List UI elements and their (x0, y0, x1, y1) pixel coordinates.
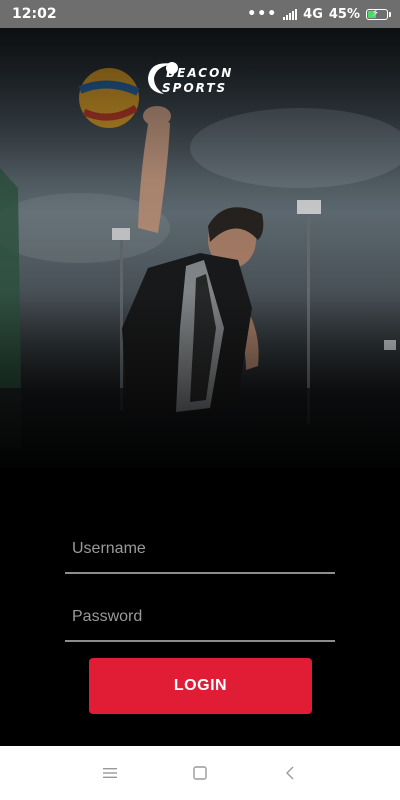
back-button[interactable] (275, 758, 305, 788)
status-indicators: ••• 4G 45% ⚡ (247, 6, 391, 22)
notification-dots-icon: ••• (247, 6, 278, 22)
charging-bolt-icon: ⚡ (372, 7, 380, 19)
login-button[interactable]: LOGIN (89, 658, 312, 714)
system-nav-bar (0, 746, 400, 800)
status-time: 12:02 (12, 6, 57, 22)
login-form (65, 528, 335, 664)
back-chevron-icon (286, 766, 294, 780)
battery-icon: ⚡ (366, 7, 391, 20)
home-button[interactable] (185, 758, 215, 788)
logo-text-sports: SPORTS (162, 81, 228, 95)
password-input[interactable] (65, 596, 335, 638)
network-type: 4G (303, 6, 323, 22)
status-bar: 12:02 ••• 4G 45% ⚡ (0, 0, 400, 28)
password-field (65, 596, 335, 642)
square-icon (193, 766, 207, 780)
username-field (65, 528, 335, 574)
signal-strength-icon (283, 8, 298, 20)
menu-button[interactable] (95, 758, 125, 788)
username-input[interactable] (65, 528, 335, 570)
beacon-sports-logo: BEACON SPORTS (142, 56, 262, 98)
logo-text-beacon: BEACON (166, 66, 234, 80)
battery-percent: 45% (328, 6, 360, 22)
menu-icon (103, 768, 117, 778)
